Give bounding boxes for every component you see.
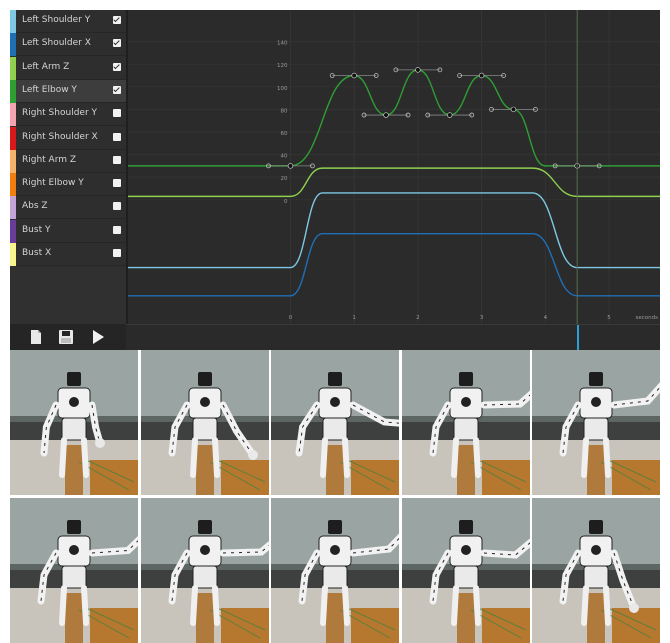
curve-series-2[interactable] — [128, 192, 660, 269]
play-icon[interactable] — [90, 329, 106, 345]
curve-series-1[interactable] — [128, 167, 660, 198]
robot-photo-frame — [271, 498, 399, 643]
toolbar — [10, 324, 126, 350]
track-item-bust-x[interactable]: Bust X — [10, 243, 126, 266]
track-color-swatch — [10, 126, 16, 150]
keyframe-point[interactable] — [510, 106, 517, 113]
track-list: Left Shoulder Y Left Shoulder X Left Arm Z… — [10, 10, 126, 324]
track-item-left-elbow-y[interactable]: Left Elbow Y — [10, 79, 126, 103]
document-icon[interactable] — [28, 329, 44, 345]
y-tick-label: 0 — [284, 199, 288, 205]
track-label: Right Arm Z — [22, 154, 77, 165]
playhead-marker[interactable] — [577, 325, 580, 351]
track-checkbox[interactable] — [113, 132, 121, 141]
robot-photo-frame — [401, 350, 530, 495]
keyframe-point[interactable] — [383, 112, 389, 118]
keyframe-point[interactable] — [478, 72, 485, 79]
x-tick-label: 4 — [544, 315, 548, 321]
track-checkbox[interactable] — [113, 179, 121, 188]
y-tick-label: 120 — [277, 63, 288, 69]
track-item-right-elbow-y[interactable]: Right Elbow Y — [10, 173, 126, 197]
track-list-empty — [10, 267, 126, 324]
track-item-abs-z[interactable]: Abs Z — [10, 196, 126, 220]
robot-photo-frame — [532, 350, 660, 495]
track-label: Bust X — [22, 248, 52, 258]
y-tick-label: 60 — [280, 131, 287, 137]
track-label: Left Elbow Y — [22, 84, 77, 95]
track-label: Right Shoulder Y — [22, 108, 97, 119]
track-color-swatch — [10, 149, 16, 173]
robot-photo-frame — [140, 498, 269, 643]
track-color-swatch — [10, 79, 16, 103]
keyframe-point[interactable] — [415, 67, 421, 73]
x-tick-label: 5 — [607, 315, 611, 321]
track-label: Abs Z — [22, 201, 48, 212]
track-checkbox[interactable] — [113, 16, 121, 24]
x-axis-label: seconds — [636, 315, 659, 321]
track-checkbox[interactable] — [113, 85, 121, 94]
track-item-left-shoulder-y[interactable]: Left Shoulder Y — [10, 10, 126, 33]
robot-photo-sequence — [10, 350, 660, 643]
track-color-swatch — [10, 56, 16, 80]
track-item-left-shoulder-x[interactable]: Left Shoulder X — [10, 33, 126, 57]
motion-editor: Left Shoulder Y Left Shoulder X Left Arm Z… — [10, 10, 660, 351]
x-tick-label: 2 — [416, 315, 420, 321]
x-tick-label: 1 — [352, 315, 356, 321]
robot-photo-frame — [532, 498, 660, 643]
track-checkbox[interactable] — [113, 39, 121, 48]
timeline-scrubber[interactable] — [126, 324, 660, 351]
y-tick-label: 80 — [280, 108, 287, 114]
keyframe-point[interactable] — [287, 163, 294, 169]
curve-series-0[interactable] — [128, 69, 660, 167]
track-label: Right Elbow Y — [22, 178, 84, 189]
track-label: Right Shoulder X — [22, 131, 98, 142]
track-color-swatch — [10, 219, 16, 243]
track-checkbox[interactable] — [113, 249, 121, 257]
track-color-swatch — [10, 243, 16, 266]
track-checkbox[interactable] — [113, 202, 121, 211]
track-item-left-arm-z[interactable]: Left Arm Z — [10, 56, 126, 80]
save-disk-icon[interactable] — [58, 329, 74, 345]
track-checkbox[interactable] — [113, 62, 121, 71]
track-color-swatch — [10, 173, 16, 197]
track-item-right-shoulder-y[interactable]: Right Shoulder Y — [10, 103, 126, 127]
x-tick-label: 0 — [289, 315, 293, 321]
robot-photo-frame — [401, 498, 530, 643]
track-item-bust-y[interactable]: Bust Y — [10, 219, 126, 243]
track-item-right-arm-z[interactable]: Right Arm Z — [10, 149, 126, 173]
track-checkbox[interactable] — [113, 225, 121, 234]
track-item-right-shoulder-x[interactable]: Right Shoulder X — [10, 126, 126, 150]
track-label: Left Shoulder X — [22, 38, 91, 49]
track-checkbox[interactable] — [113, 155, 121, 164]
track-checkbox[interactable] — [113, 109, 121, 118]
track-label: Left Shoulder Y — [22, 15, 91, 25]
curve-editor-plot[interactable]: 0 20 40 60 80 100 120 140 0 1 2 3 4 5 seconds — [128, 10, 660, 324]
track-color-swatch — [10, 103, 16, 127]
track-label: Left Arm Z — [22, 61, 70, 72]
track-color-swatch — [10, 33, 16, 57]
curve-series-3[interactable] — [128, 232, 660, 297]
y-tick-label: 140 — [277, 41, 288, 47]
track-color-swatch — [10, 10, 16, 33]
robot-photo-frame — [271, 350, 399, 495]
x-tick-label: 3 — [480, 315, 484, 321]
robot-photo-frame — [10, 498, 138, 643]
y-tick-label: 40 — [280, 154, 287, 160]
track-label: Bust Y — [22, 224, 51, 235]
robot-photo-frame — [140, 350, 269, 495]
y-tick-label: 20 — [280, 176, 287, 182]
y-tick-label: 100 — [277, 86, 288, 92]
track-color-swatch — [10, 196, 16, 220]
robot-photo-frame — [10, 350, 138, 495]
keyframe-point[interactable] — [351, 72, 357, 79]
keyframe-point[interactable] — [447, 112, 453, 118]
